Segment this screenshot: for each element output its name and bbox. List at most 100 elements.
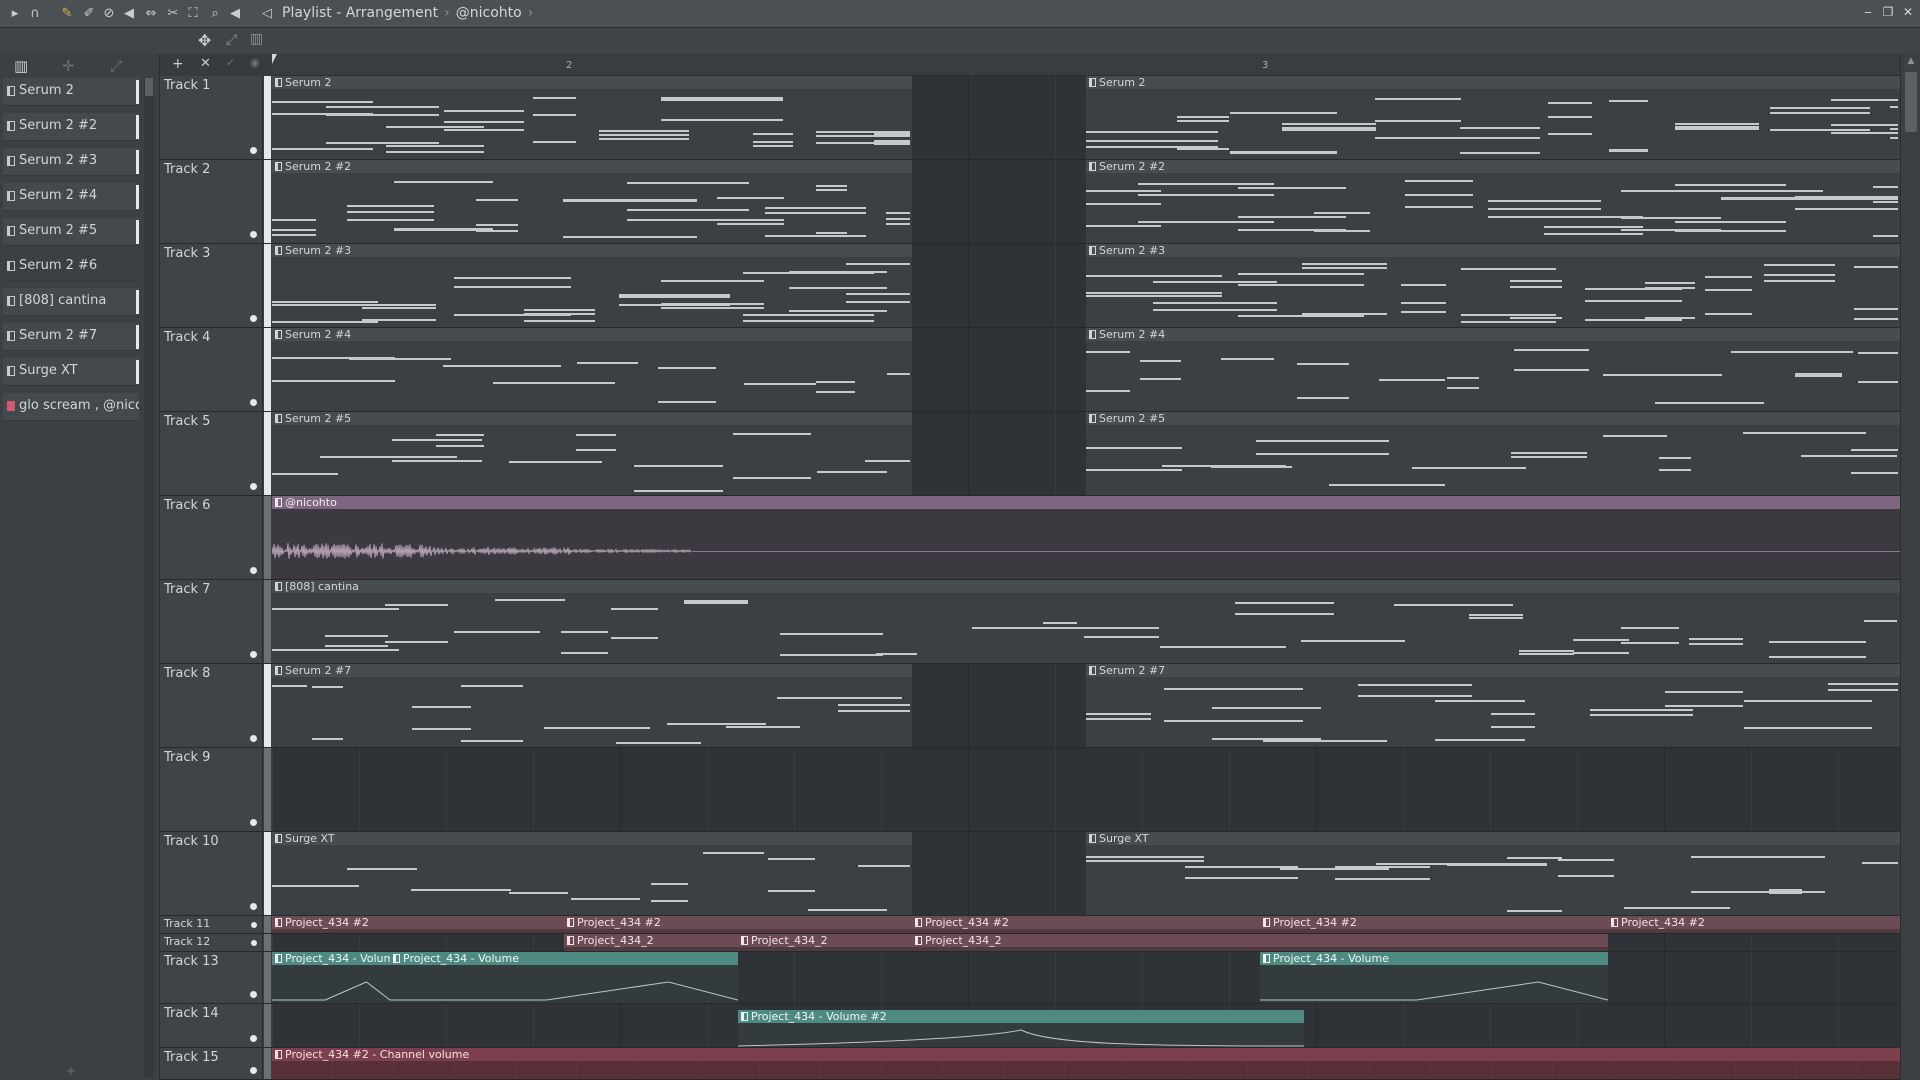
track-mute-switch[interactable] [264,748,271,831]
track-mute-switch[interactable] [264,1004,271,1047]
pattern-mute-bar[interactable] [136,115,139,139]
track-lane[interactable]: [808] cantina [272,580,1900,663]
track-mute-switch[interactable] [264,328,271,411]
track-lane[interactable]: Project_434 - Volume #2 [272,1004,1900,1047]
pattern-item[interactable]: Serum 2 [3,78,139,106]
track-led-icon[interactable] [250,399,257,406]
track-header[interactable]: Track 12 [160,934,263,951]
track-led-icon[interactable] [250,315,257,322]
track-led-icon[interactable] [250,651,257,658]
brush-icon[interactable]: ✐ [80,5,98,23]
playlist-clip[interactable]: Serum 2 #3 [1086,244,1900,327]
select-icon[interactable]: ⛶ [184,5,202,23]
pattern-mute-bar[interactable] [136,290,139,314]
playlist-clip[interactable]: Serum 2 #7 [1086,664,1900,747]
breadcrumb-arrangement[interactable]: @nicohto [456,5,522,21]
playlist-clip[interactable]: Surge XT [272,832,912,915]
track-header[interactable]: Track 5 [160,412,263,495]
track-header[interactable]: Track 1 [160,76,263,159]
track-lane[interactable]: Project_434 #2 - Channel volume [272,1048,1900,1079]
track-header[interactable]: Track 15 [160,1048,263,1079]
playlist-clip[interactable]: Serum 2 [272,76,912,159]
track-mute-switch[interactable] [264,160,271,243]
playlist-clip[interactable]: Project_434 #2 [1608,916,1900,933]
playlist-clip[interactable]: Serum 2 #3 [272,244,912,327]
playlist-clip[interactable]: Project_434 - Volume [272,952,390,1003]
playlist-clip[interactable]: Project_434 #2 [912,916,1260,933]
playlist-clip[interactable]: Serum 2 #2 [1086,160,1900,243]
pattern-item[interactable]: Serum 2 #4 [3,183,139,211]
pattern-mute-bar[interactable] [136,360,139,384]
track-lane[interactable]: Serum 2 #2 Serum 2 #2 [272,160,1900,243]
track-mute-switch[interactable] [264,496,271,579]
playhead-marker[interactable] [272,54,282,64]
picker-scrollbar[interactable] [144,78,154,1078]
playlist-clip[interactable]: [808] cantina [272,580,1900,663]
playlist-clip[interactable]: Serum 2 #5 [1086,412,1900,495]
track-header[interactable]: Track 6 [160,496,263,579]
playlist-scroll-thumb[interactable] [1905,72,1917,132]
playlist-clip[interactable]: Project_434 - Volume #2 [738,1010,1304,1047]
track-led-icon[interactable] [250,819,257,826]
track-led-icon[interactable] [250,483,257,490]
track-lane[interactable]: @nicohto [272,496,1900,579]
track-mute-switch[interactable] [264,832,271,915]
track-header[interactable]: Track 7 [160,580,263,663]
close-button[interactable]: ✕ [1900,4,1916,20]
track-header[interactable]: Track 14 [160,1004,263,1047]
track-led-icon[interactable] [250,991,257,998]
eye-icon[interactable]: ◉ [250,56,260,69]
track-header[interactable]: Track 10 [160,832,263,915]
playlist-clip[interactable]: Project_434_2 [912,934,1608,951]
mute-icon[interactable]: ◀ [120,5,138,23]
slice-icon[interactable]: ✂ [164,5,182,23]
track-lane[interactable]: Serum 2 Serum 2 [272,76,1900,159]
track-lane[interactable]: Project_434 #2 Project_434 #2 Project_434 … [272,916,1900,933]
track-lane[interactable]: Project_434_2 Project_434_2 Project_434_2 [272,934,1900,951]
pattern-mute-bar[interactable] [136,325,139,349]
minimize-button[interactable]: ‒ [1860,4,1876,20]
snap-icon[interactable]: ✥ [198,31,211,50]
track-mute-switch[interactable] [264,76,271,159]
close-x-icon[interactable]: ✕ [200,56,211,71]
track-lane[interactable]: Surge XT Surge XT [272,832,1900,915]
playback-icon[interactable]: ◀ [226,5,244,23]
track-mute-switch[interactable] [264,1048,271,1079]
scroll-up-icon[interactable]: ▲ [1901,56,1920,66]
restore-button[interactable]: ❐ [1880,4,1896,20]
track-header[interactable]: Track 9 [160,748,263,831]
pattern-item[interactable]: glo scream , @nicohto [3,393,139,421]
stretch-icon[interactable]: ⤢ [226,32,237,48]
pattern-mute-bar[interactable] [136,185,139,209]
pattern-item[interactable]: Serum 2 #2 [3,113,139,141]
playlist-clip[interactable]: Serum 2 [1086,76,1900,159]
timeline-ruler[interactable]: 2 3 [272,54,1900,76]
delete-icon[interactable]: ⊘ [100,5,118,23]
playlist-clip[interactable]: Project_434 - Volume [1260,952,1608,1003]
track-mute-switch[interactable] [264,916,271,933]
add-track-icon[interactable]: + [172,56,184,72]
track-led-icon[interactable] [250,567,257,574]
pattern-item[interactable]: [808] cantina [3,288,139,316]
playlist-clip[interactable]: Project_434 #2 [564,916,912,933]
track-lane[interactable]: Project_434 - Volume Project_434 - Volume… [272,952,1900,1003]
track-mute-switch[interactable] [264,580,271,663]
playlist-clip[interactable]: @nicohto [272,496,1900,579]
pattern-item[interactable]: Surge XT [3,358,139,386]
playlist-clip[interactable]: Surge XT [1086,832,1900,915]
playlist-clip[interactable]: Serum 2 #7 [272,664,912,747]
track-header[interactable]: Track 4 [160,328,263,411]
track-mute-switch[interactable] [264,244,271,327]
check-icon[interactable]: ✓ [226,56,235,69]
pattern-item[interactable]: Serum 2 #7 [3,323,139,351]
track-led-icon[interactable] [250,1035,257,1042]
pattern-mute-bar[interactable] [136,220,139,244]
pattern-mute-bar[interactable] [136,150,139,174]
track-lane[interactable] [272,748,1900,831]
track-lane[interactable]: Serum 2 #4 Serum 2 #4 [272,328,1900,411]
track-led-icon[interactable] [250,231,257,238]
playlist-clip[interactable]: Serum 2 #4 [1086,328,1900,411]
pattern-mute-bar[interactable] [136,80,139,104]
track-header[interactable]: Track 8 [160,664,263,747]
magnet-icon[interactable]: ∩ [26,5,44,23]
